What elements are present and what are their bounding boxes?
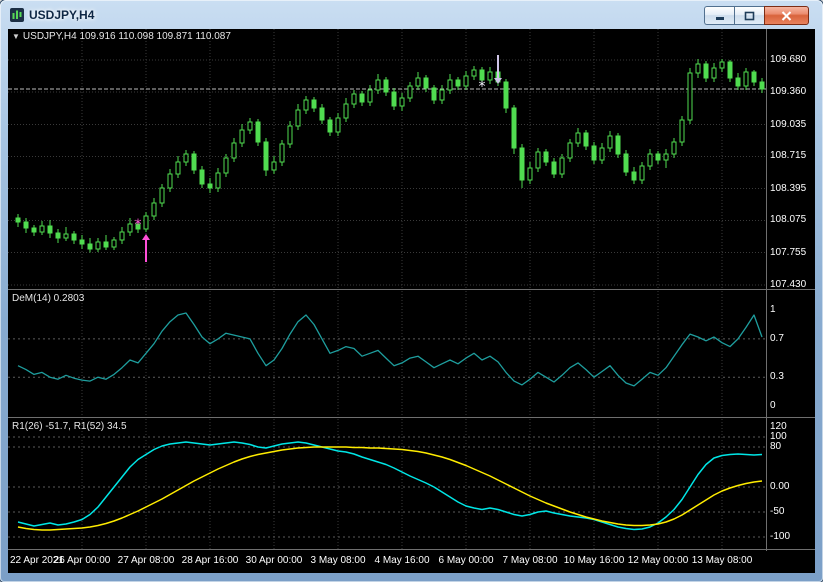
- time-tick: 12 May 00:00: [627, 555, 689, 566]
- dem-tick: 0: [770, 400, 776, 411]
- minimize-icon: [715, 16, 724, 20]
- price-axis[interactable]: 109.680 109.360 109.035 108.715 108.395 108.0…: [767, 29, 815, 551]
- window-controls: [704, 6, 809, 25]
- wpr-tick: -100: [770, 531, 791, 542]
- chart-symbol-label: USDJPY,H4: [22, 31, 77, 42]
- panel-separator-2[interactable]: [8, 417, 815, 418]
- maximize-button[interactable]: [734, 6, 764, 25]
- close-button[interactable]: [764, 6, 809, 25]
- wpr-indicator-label: R1(26) -51.7, R1(52) 34.5: [12, 421, 127, 432]
- time-tick: 28 Apr 16:00: [181, 555, 239, 566]
- dem-tick: 1: [770, 304, 776, 315]
- star-marker: *: [135, 217, 142, 233]
- dem-tick: 0.3: [770, 371, 784, 382]
- price-tick: 109.360: [770, 86, 807, 97]
- time-tick: 3 May 08:00: [310, 555, 366, 566]
- price-tick: 107.755: [770, 247, 807, 258]
- time-axis[interactable]: 22 Apr 2021 26 Apr 00:00 27 Apr 08:00 28 Ap…: [8, 550, 815, 573]
- chart-plot[interactable]: **: [8, 29, 766, 551]
- panel-separator-1[interactable]: [8, 289, 815, 290]
- star-marker: *: [479, 79, 486, 95]
- dem-tick: 0.7: [770, 333, 784, 344]
- window-titlebar[interactable]: USDJPY,H4: [0, 0, 823, 29]
- chart-quote-label: 109.916 110.098 109.871 110.087: [79, 31, 231, 42]
- dem-indicator-label: DeM(14) 0.2803: [12, 293, 85, 304]
- mt4-chart-window: USDJPY,H4 * * 109.680 109.360 109.035 108.71…: [0, 0, 823, 582]
- time-tick: 10 May 16:00: [563, 555, 625, 566]
- time-tick: 13 May 08:00: [691, 555, 753, 566]
- price-tick: 108.075: [770, 214, 807, 225]
- wpr-tick: 0.00: [770, 481, 790, 492]
- time-tick: 26 Apr 00:00: [53, 555, 111, 566]
- dem-line: [17, 312, 763, 387]
- chart-client: * * 109.680 109.360 109.035 108.715 108.395 10…: [8, 29, 815, 573]
- chart-header: ▼ USDJPY,H4 109.916 110.098 109.871 110.0…: [12, 31, 231, 42]
- triangle-down-icon: ▼: [12, 32, 20, 41]
- wpr-lines: [17, 441, 763, 531]
- minimize-button[interactable]: [704, 6, 734, 25]
- time-tick: 4 May 16:00: [374, 555, 430, 566]
- wpr-tick: 80: [770, 441, 782, 452]
- close-icon: [781, 10, 792, 21]
- candles: [15, 59, 765, 253]
- chart-window-icon: [10, 7, 24, 22]
- signal-markers: **: [135, 55, 502, 262]
- window-title: USDJPY,H4: [29, 7, 95, 22]
- time-tick: 6 May 00:00: [438, 555, 494, 566]
- price-tick: 107.430: [770, 279, 807, 290]
- price-tick: 109.035: [770, 119, 807, 130]
- time-tick: 7 May 08:00: [502, 555, 558, 566]
- time-tick: 30 Apr 00:00: [245, 555, 303, 566]
- time-tick: 27 Apr 08:00: [117, 555, 175, 566]
- maximize-icon: [744, 11, 755, 20]
- price-tick: 108.715: [770, 150, 807, 161]
- price-tick: 108.395: [770, 183, 807, 194]
- price-tick: 109.680: [770, 54, 807, 65]
- wpr-tick: -50: [770, 506, 785, 517]
